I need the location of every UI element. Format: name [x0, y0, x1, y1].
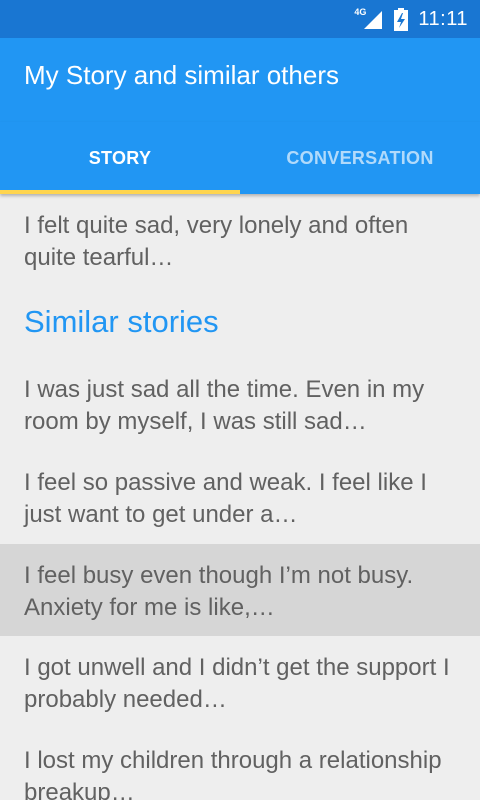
similar-story-text: I got unwell and I didn’t get the suppor…	[24, 654, 450, 713]
similar-story-text: I lost my children through a relationshi…	[24, 747, 442, 800]
similar-story-item-selected[interactable]: I feel busy even though I’m not busy. An…	[0, 544, 480, 636]
similar-story-text: I feel so passive and weak. I feel like …	[24, 469, 427, 528]
similar-story-text: I feel busy even though I’m not busy. An…	[24, 562, 414, 621]
page-title: My Story and similar others	[24, 60, 339, 90]
tab-bar: STORY CONVERSATION	[0, 122, 480, 194]
tab-indicator	[0, 190, 240, 194]
network-type-label: 4G	[354, 7, 367, 17]
similar-stories-heading: Similar stories	[24, 304, 219, 339]
battery-charging-icon	[394, 8, 409, 31]
status-bar: 4G 11:11	[0, 0, 480, 38]
similar-story-item[interactable]: I was just sad all the time. Even in my …	[0, 358, 480, 450]
status-clock: 11:11	[418, 7, 468, 30]
my-story-text: I felt quite sad, very lonely and often …	[24, 212, 409, 271]
app-bar: My Story and similar others	[0, 38, 480, 122]
tab-conversation[interactable]: CONVERSATION	[240, 122, 480, 194]
similar-story-item[interactable]: I feel so passive and weak. I feel like …	[0, 451, 480, 543]
similar-story-item[interactable]: I got unwell and I didn’t get the suppor…	[0, 636, 480, 728]
status-icons: 4G 11:11	[354, 0, 468, 38]
story-content[interactable]: I felt quite sad, very lonely and often …	[0, 194, 480, 800]
tab-story[interactable]: STORY	[0, 122, 240, 194]
similar-story-item[interactable]: I lost my children through a relationshi…	[0, 729, 480, 800]
similar-story-text: I was just sad all the time. Even in my …	[24, 376, 425, 435]
signal-icon: 4G	[354, 7, 384, 31]
